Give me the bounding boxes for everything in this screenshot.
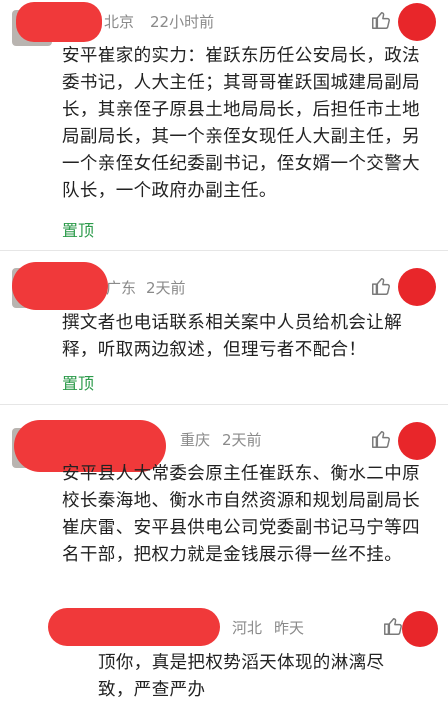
like-count-badge (398, 422, 436, 460)
redacted-username (48, 608, 220, 646)
reply-time: 昨天 (274, 619, 305, 637)
like-count-badge (398, 3, 436, 41)
comment-location: 北京 (104, 13, 135, 31)
comment-location: 重庆 (180, 431, 211, 449)
like-count-badge (402, 611, 438, 647)
comment-time: 2天前 (222, 431, 262, 449)
comment-time: 22小时前 (150, 13, 215, 31)
comment-text: 撰文者也电话联系相关案中人员给机会让解释，听取两边叙述，但理亏者不配合！ (62, 313, 403, 360)
thumbs-up-icon[interactable] (370, 428, 392, 450)
divider (0, 404, 448, 405)
pin-button[interactable]: 置顶 (62, 370, 94, 394)
comment-text: 安平县人大常委会原主任崔跃东、衡水二中原校长秦海地、衡水市自然资源和规划局副局长… (62, 464, 420, 565)
redacted-username (12, 262, 108, 310)
reply-location: 河北 (232, 619, 263, 637)
reply-text: 顶你，真是把权势滔天体现的淋漓尽致，严查严办 (98, 653, 385, 700)
thumbs-up-icon[interactable] (370, 9, 392, 31)
like-count-badge (398, 268, 436, 306)
pin-button[interactable]: 置顶 (62, 217, 94, 241)
divider (0, 250, 448, 251)
comment-time: 2天前 (146, 279, 186, 297)
comment-text: 安平崔家的实力：崔跃东历任公安局长，政法委书记，人大主任；其哥哥崔跃国城建局副局… (62, 46, 420, 201)
thumbs-up-icon[interactable] (370, 275, 392, 297)
thumbs-up-icon[interactable] (382, 615, 404, 637)
redacted-username (16, 2, 102, 42)
comment-location: 广东 (106, 279, 137, 297)
